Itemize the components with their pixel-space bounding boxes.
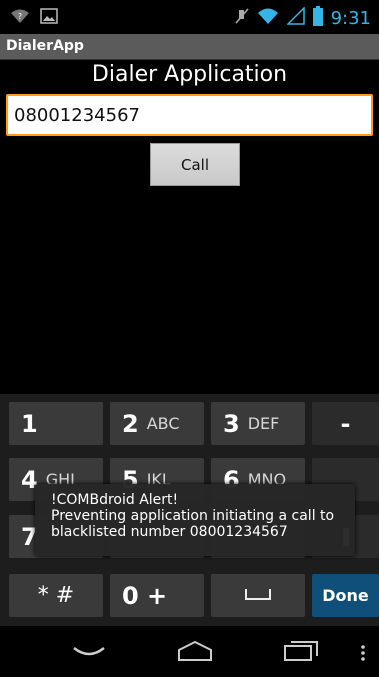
signal-icon [285, 6, 305, 29]
key-3[interactable]: 3 DEF [211, 402, 305, 445]
key-dash[interactable]: - [312, 402, 379, 445]
alert-title: !COMBdroid Alert! [51, 492, 179, 508]
space-icon [244, 586, 272, 605]
phone-number-input[interactable]: 08001234567 [6, 94, 373, 136]
svg-text:?: ? [18, 12, 22, 21]
navigation-bar [0, 628, 379, 677]
key-space[interactable] [211, 574, 305, 617]
alert-message: Preventing application initiating a call… [51, 508, 335, 540]
status-bar: ? 9:31 [0, 0, 379, 34]
alert-toast: !COMBdroid Alert! Preventing application… [35, 484, 355, 556]
battery-icon [312, 6, 323, 30]
home-icon[interactable] [176, 640, 214, 666]
image-notification-icon [40, 8, 58, 28]
recent-apps-icon[interactable] [283, 640, 319, 666]
app-title: DialerApp [6, 38, 84, 54]
key-0[interactable]: 0 + [110, 574, 204, 617]
key-2[interactable]: 2 ABC [110, 402, 204, 445]
status-time: 9:31 [330, 7, 371, 29]
back-icon[interactable] [72, 644, 106, 664]
menu-dots-icon[interactable] [360, 644, 366, 666]
mute-icon [234, 7, 249, 29]
done-button[interactable]: Done [312, 574, 379, 617]
key-star-hash[interactable]: * # [9, 574, 103, 617]
call-button[interactable]: Call [150, 143, 240, 186]
page-title: Dialer Application [91, 62, 288, 87]
key-1[interactable]: 1 [9, 402, 103, 445]
wifi-icon [257, 7, 279, 29]
phone-number-value: 08001234567 [14, 105, 140, 126]
wifi-question-icon: ? [10, 8, 30, 28]
app-title-bar: DialerApp [0, 34, 379, 60]
